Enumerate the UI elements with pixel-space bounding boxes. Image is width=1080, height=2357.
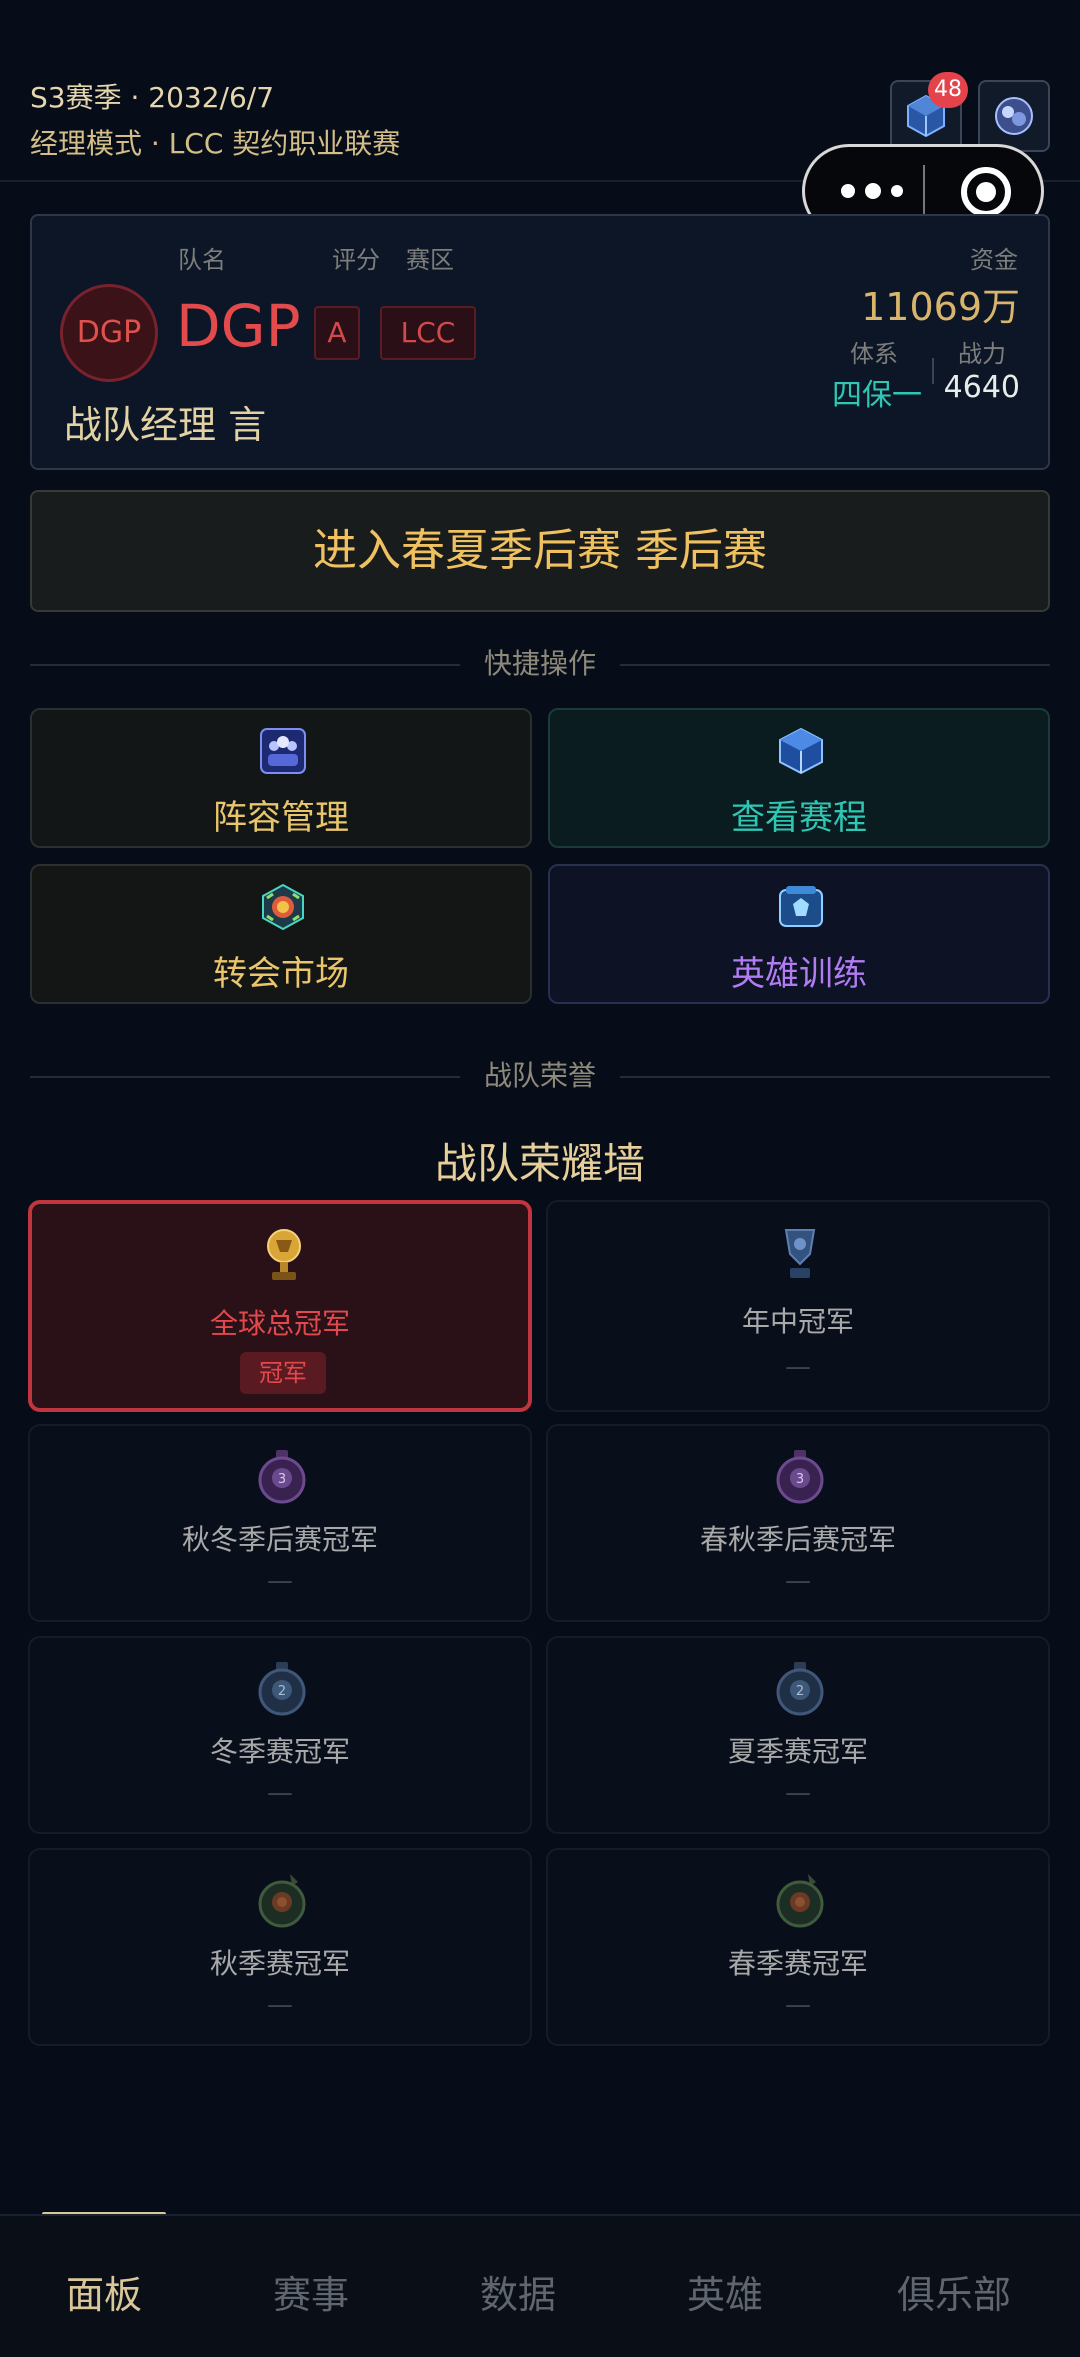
region-badge: LCC <box>380 306 476 360</box>
tab-club[interactable]: 俱乐部 <box>854 2264 1054 2319</box>
purple-medal-icon: 3 <box>258 1450 306 1504</box>
bronze-medal-icon <box>776 1874 824 1928</box>
manager-name: 言 <box>228 403 267 447</box>
stat-divider <box>932 358 934 384</box>
view-schedule-button[interactable]: 查看赛程 <box>548 708 1050 848</box>
hero-training-icon <box>779 886 823 927</box>
team-name-label: 队名 <box>178 246 226 274</box>
honor-card-mid-season[interactable]: 年中冠军 — <box>546 1200 1050 1412</box>
honor-card-spring-season[interactable]: 春季赛冠军 — <box>546 1848 1050 2046</box>
rating-badge: A <box>314 306 360 360</box>
honor-card-summer-season[interactable]: 2 夏季赛冠军 — <box>546 1636 1050 1834</box>
advance-playoffs-button[interactable]: 进入春夏季后赛 季后赛 <box>30 490 1050 612</box>
honor-card-spring-autumn-playoffs[interactable]: 3 春秋季后赛冠军 — <box>546 1424 1050 1622</box>
honor-name: 全球总冠军 <box>209 1307 350 1340</box>
team-logo: DGP <box>60 284 158 382</box>
lineup-management-button[interactable]: 阵容管理 <box>30 708 532 848</box>
transfer-market-icon <box>262 883 304 931</box>
svg-text:3: 3 <box>796 1472 804 1487</box>
svg-text:2: 2 <box>278 1684 286 1699</box>
rating-label: 评分 <box>332 246 380 274</box>
honor-status: — <box>785 1990 811 2020</box>
manager-label: 战队经理 <box>64 403 217 447</box>
blue-medal-icon: 2 <box>258 1662 306 1716</box>
honor-name: 春秋季后赛冠军 <box>699 1523 896 1556</box>
transfer-market-button[interactable]: 转会市场 <box>30 864 532 1004</box>
tab-dashboard[interactable]: 面板 <box>4 2264 204 2319</box>
honor-status: — <box>785 1778 811 1808</box>
quick-action-label: 转会市场 <box>213 954 349 994</box>
tab-heroes[interactable]: 英雄 <box>625 2264 825 2319</box>
blue-medal-icon: 2 <box>776 1662 824 1716</box>
silver-cup-icon <box>784 1229 816 1278</box>
system-label: 体系 <box>850 340 898 368</box>
honor-name: 夏季赛冠军 <box>727 1735 868 1768</box>
lineup-icon <box>260 728 306 774</box>
top-header: S3赛季 · 2032/6/7 经理模式 · LCC 契约职业联赛 48 <box>0 0 1080 238</box>
honor-name: 秋冬季后赛冠军 <box>181 1523 378 1556</box>
region-label: 赛区 <box>406 246 454 274</box>
power-value: 4640 <box>943 370 1020 405</box>
funds-value: 11069万 <box>861 285 1020 329</box>
honor-card-autumn-winter-playoffs[interactable]: 3 秋冬季后赛冠军 — <box>28 1424 532 1622</box>
funds-label: 资金 <box>970 246 1018 274</box>
league-mode: 经理模式 · LCC 契约职业联赛 <box>30 127 401 160</box>
honor-name: 秋季赛冠军 <box>209 1947 350 1980</box>
system-value: 四保一 <box>832 378 922 413</box>
quick-action-label: 阵容管理 <box>213 798 349 838</box>
svg-text:3: 3 <box>278 1472 286 1487</box>
power-label: 战力 <box>958 340 1006 368</box>
quick-actions-divider: 快捷操作 <box>30 644 1050 684</box>
schedule-icon <box>779 727 823 775</box>
bottom-tab-bar: 面板 赛事 数据 英雄 俱乐部 <box>0 2214 1080 2357</box>
more-menu-icon[interactable] <box>835 169 915 213</box>
hero-training-button[interactable]: 英雄训练 <box>548 864 1050 1004</box>
team-honors-divider: 战队荣誉 <box>30 1056 1050 1096</box>
page: S3赛季 · 2032/6/7 经理模式 · LCC 契约职业联赛 48 队名 <box>0 0 1080 2357</box>
tab-data[interactable]: 数据 <box>418 2264 618 2319</box>
honor-status: — <box>785 1352 811 1382</box>
honor-wall-title: 战队荣耀墙 <box>434 1139 645 1188</box>
quick-action-label: 查看赛程 <box>731 798 867 838</box>
tab-matches[interactable]: 赛事 <box>211 2264 411 2319</box>
capsule-divider <box>923 165 925 217</box>
honor-card-autumn-season[interactable]: 秋季赛冠军 — <box>28 1848 532 2046</box>
honor-status: — <box>267 1778 293 1808</box>
honor-card-winter-season[interactable]: 2 冬季赛冠军 — <box>28 1636 532 1834</box>
honor-name: 冬季赛冠军 <box>209 1735 350 1768</box>
svg-text:2: 2 <box>796 1684 804 1699</box>
purple-medal-icon: 3 <box>776 1450 824 1504</box>
honor-card-world-champion[interactable]: 全球总冠军 冠军 <box>28 1200 532 1412</box>
honor-status: — <box>785 1566 811 1596</box>
golden-trophy-icon <box>267 1229 301 1280</box>
notification-badge: 48 <box>928 72 968 108</box>
settings-button[interactable] <box>978 80 1050 152</box>
honor-name: 年中冠军 <box>741 1305 854 1338</box>
honor-status: — <box>267 1990 293 2020</box>
team-info-card: 队名 评分 赛区 资金 DGP DGP A LCC 战队经理 言 11069万 … <box>30 214 1050 470</box>
honor-name: 春季赛冠军 <box>727 1947 868 1980</box>
manager-line: 战队经理 言 <box>64 394 266 449</box>
champion-badge: 冠军 <box>240 1352 326 1394</box>
honor-status: — <box>267 1566 293 1596</box>
close-target-icon[interactable] <box>961 167 1011 217</box>
quick-action-label: 英雄训练 <box>731 954 867 994</box>
team-name: DGP <box>176 292 301 360</box>
season-date: S3赛季 · 2032/6/7 <box>30 81 275 114</box>
bronze-medal-icon <box>258 1874 306 1928</box>
gem-cluster-icon <box>995 97 1033 135</box>
